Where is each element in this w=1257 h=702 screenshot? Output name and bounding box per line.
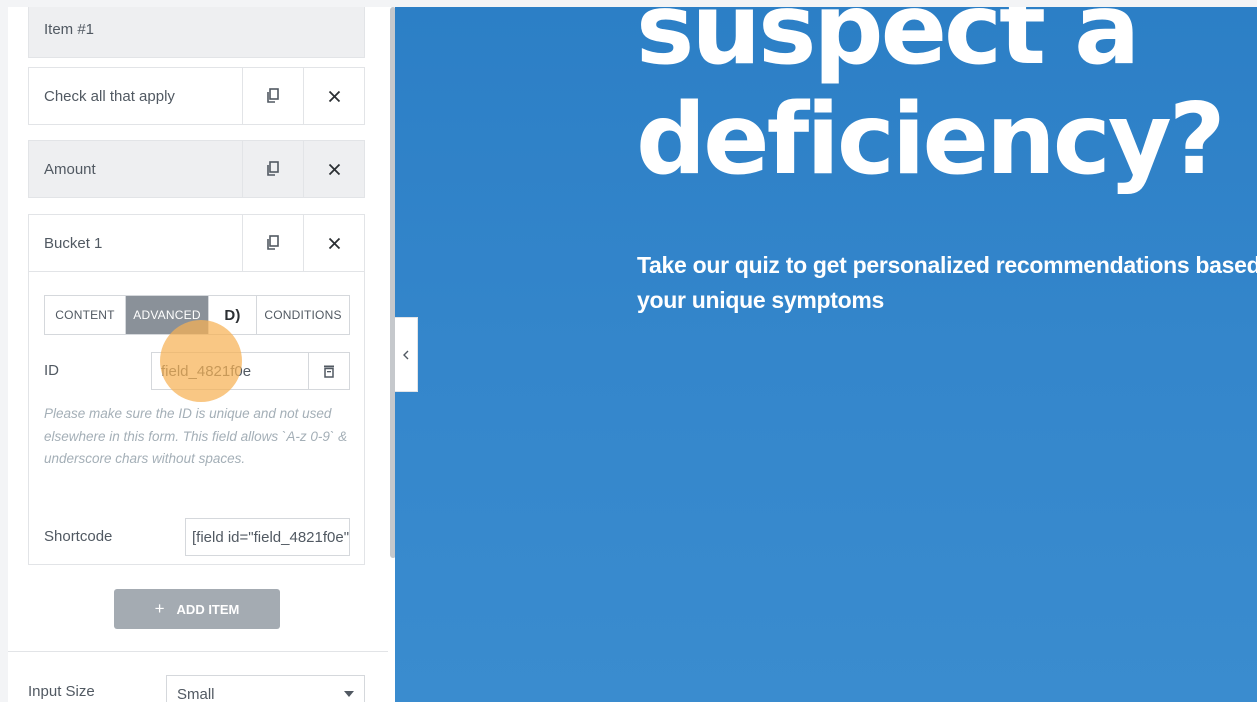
copy-icon	[267, 161, 279, 176]
duplicate-button[interactable]	[242, 141, 303, 197]
input-size-value: Small	[177, 685, 215, 702]
headline-line-1: suspect a	[636, 7, 1140, 87]
repeater-item-1[interactable]: Item #1	[28, 7, 365, 58]
shortcode-field[interactable]: [field id="field_4821f0e"]	[185, 518, 350, 556]
window-frame-left	[0, 0, 8, 702]
trash-icon	[324, 365, 334, 378]
add-item-button[interactable]: + ADD ITEM	[114, 589, 280, 629]
remove-button[interactable]	[303, 68, 364, 124]
shortcode-label: Shortcode	[44, 528, 113, 545]
copy-icon	[267, 235, 279, 250]
id-help-text: Please make sure the ID is unique and no…	[44, 406, 348, 466]
preview-subtitle: Take our quiz to get personalized recomm…	[637, 252, 1257, 313]
repeater-item-bucket-1[interactable]: Bucket 1	[28, 214, 365, 272]
tab-conditions[interactable]: CONDITIONS	[257, 296, 349, 334]
copy-icon	[267, 88, 279, 103]
remove-button[interactable]	[303, 215, 364, 271]
click-highlight	[160, 320, 242, 402]
repeater-item-title: Item #1	[29, 7, 364, 57]
preview-headline: suspect a deficiency?	[636, 7, 1226, 197]
close-icon	[328, 163, 340, 175]
plus-icon: +	[154, 599, 165, 618]
repeater-item-check-all[interactable]: Check all that apply	[28, 67, 365, 125]
remove-button[interactable]	[303, 141, 364, 197]
tab-content[interactable]: CONTENT	[45, 296, 126, 334]
duplicate-button[interactable]	[242, 215, 303, 271]
duplicate-button[interactable]	[242, 68, 303, 124]
repeater-item-title: Check all that apply	[44, 87, 175, 105]
id-label: ID	[44, 362, 59, 379]
add-item-label: ADD ITEM	[176, 601, 240, 617]
input-size-select[interactable]: Small	[166, 675, 365, 702]
window-frame-top	[0, 0, 1257, 7]
input-size-label: Input Size	[28, 683, 95, 700]
close-icon	[328, 90, 340, 102]
repeater-item-settings: CONTENT ADVANCED D) CONDITIONS ID field_…	[28, 272, 365, 565]
headline-line-2: deficiency?	[636, 83, 1226, 197]
repeater-item-title: Bucket 1	[44, 234, 103, 252]
section-divider	[8, 651, 388, 652]
close-icon	[328, 237, 340, 249]
collapse-panel-button[interactable]	[395, 317, 418, 392]
chevron-left-icon	[403, 350, 409, 359]
repeater-item-amount[interactable]: Amount	[28, 140, 365, 198]
repeater-item-title: Amount	[29, 141, 242, 197]
editor-panel: Item #1 Check all that apply Amount Buck…	[8, 7, 395, 702]
chevron-down-icon	[344, 691, 354, 697]
page-preview: suspect a deficiency? Take our quiz to g…	[395, 7, 1257, 702]
clear-button[interactable]	[308, 353, 349, 389]
